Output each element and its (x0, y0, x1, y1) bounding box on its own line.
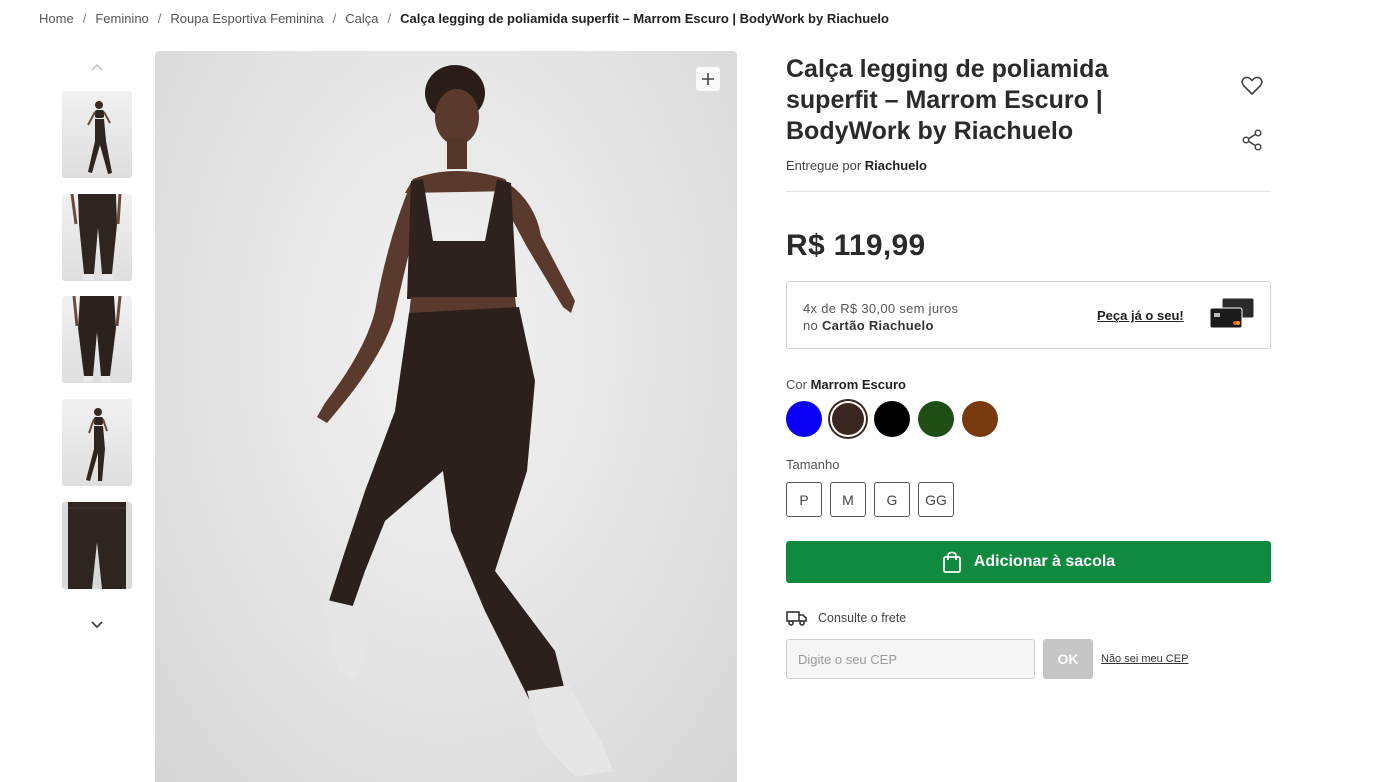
installments-line-2: no Cartão Riachuelo (803, 317, 958, 334)
breadcrumb-current: Calça legging de poliamida superfit – Ma… (400, 11, 889, 26)
product-thumbnail-1[interactable] (62, 91, 132, 178)
no-cep-link[interactable]: Não sei meu CEP (1101, 653, 1188, 665)
installments-line-1: 4x de R$ 30,00 sem juros (803, 301, 959, 316)
product-thumbnail-5[interactable] (62, 502, 132, 589)
color-swatches (786, 401, 998, 437)
thumbnail-image (86, 408, 108, 481)
color-swatch-green[interactable] (918, 401, 954, 437)
thumbnail-image (70, 194, 122, 280)
color-swatch-brown[interactable] (962, 401, 998, 437)
installments-prefix: no (803, 318, 819, 333)
product-photo (317, 65, 613, 777)
main-product-image[interactable] (155, 51, 737, 782)
share-button[interactable] (1238, 126, 1266, 154)
installments-card-name: Cartão Riachuelo (821, 318, 934, 333)
thumbnail-image (62, 502, 132, 589)
breadcrumb-separator: / (387, 11, 392, 26)
cep-ok-button[interactable]: OK (1043, 639, 1093, 679)
installments-text: 4x de R$ 30,00 sem juros no Cartão Riach… (803, 300, 958, 334)
divider (786, 191, 1271, 192)
shopping-bag-icon (942, 551, 961, 573)
breadcrumb-feminino[interactable]: Feminino (95, 11, 148, 26)
delivery-truck-icon (786, 611, 807, 626)
size-label: Tamanho (786, 457, 840, 472)
breadcrumb-home[interactable]: Home (39, 11, 74, 26)
seller-info: Entregue por Riachuelo (786, 158, 927, 173)
seller-prefix: Entregue por (786, 158, 862, 173)
favorite-button[interactable] (1238, 72, 1266, 100)
selected-color-name: Marrom Escuro (810, 377, 906, 392)
breadcrumb-roupa-esportiva[interactable]: Roupa Esportiva Feminina (170, 11, 323, 26)
seller-name: Riachuelo (864, 158, 927, 173)
color-label: Cor Marrom Escuro (786, 377, 906, 392)
thumbnail-image (72, 296, 122, 382)
color-label-text: Cor (786, 377, 807, 392)
size-option-p[interactable]: P (786, 482, 822, 517)
breadcrumb-separator: / (157, 11, 162, 26)
breadcrumb-separator: / (82, 11, 87, 26)
breadcrumb-calca[interactable]: Calça (345, 11, 378, 26)
size-options: P M G GG (786, 482, 954, 517)
request-card-link[interactable]: Peça já o seu! (1097, 308, 1184, 323)
add-to-bag-button[interactable]: Adicionar à sacola (786, 541, 1271, 583)
color-swatch-blue[interactable] (786, 401, 822, 437)
breadcrumb-separator: / (332, 11, 337, 26)
freight-label: Consulte o frete (818, 611, 907, 625)
product-thumbnail-3[interactable] (62, 296, 132, 383)
freight-section: Consulte o frete (786, 609, 906, 627)
product-price: R$ 119,99 (786, 229, 926, 262)
installments-box: 4x de R$ 30,00 sem juros no Cartão Riach… (786, 281, 1271, 349)
thumbnail-scroll-down-button[interactable] (86, 614, 108, 636)
plus-icon (702, 73, 714, 85)
product-thumbnail-4[interactable] (62, 399, 132, 486)
cep-input[interactable] (786, 639, 1035, 679)
color-swatch-black[interactable] (874, 401, 910, 437)
breadcrumb: Home / Feminino / Roupa Esportiva Femini… (39, 11, 889, 26)
size-option-g[interactable]: G (874, 482, 910, 517)
heart-icon (1241, 76, 1263, 95)
credit-card-icon (1209, 297, 1255, 329)
chevron-up-icon (91, 63, 103, 71)
thumbnail-scroll-up-button[interactable] (86, 56, 108, 78)
share-icon (1242, 129, 1262, 151)
add-to-bag-label: Adicionar à sacola (973, 553, 1116, 570)
zoom-button[interactable] (696, 67, 720, 91)
size-option-gg[interactable]: GG (918, 482, 954, 517)
chevron-down-icon (91, 621, 103, 629)
product-thumbnail-2[interactable] (62, 194, 132, 281)
color-swatch-dark-brown[interactable] (832, 403, 864, 435)
product-title: Calça legging de poliamida superfit – Ma… (786, 55, 1109, 145)
size-option-m[interactable]: M (830, 482, 866, 517)
thumbnail-image (87, 101, 112, 174)
